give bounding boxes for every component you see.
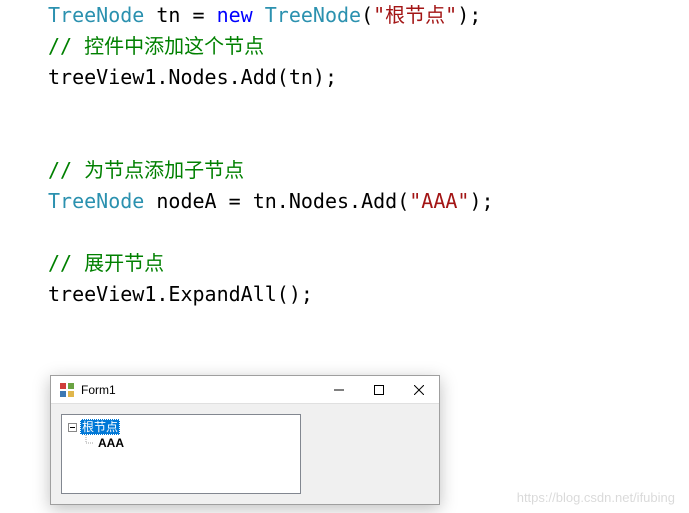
code-type: TreeNode bbox=[48, 189, 144, 213]
window-controls bbox=[319, 376, 439, 404]
code-text: treeView1.Nodes.Add(tn); bbox=[48, 65, 337, 89]
tree-node-child[interactable]: AAA bbox=[64, 435, 298, 451]
tree-node-root[interactable]: 根节点 bbox=[64, 419, 298, 435]
code-comment: // 控件中添加这个节点 bbox=[48, 34, 264, 58]
close-button[interactable] bbox=[399, 376, 439, 404]
maximize-button[interactable] bbox=[359, 376, 399, 404]
code-text: tn = bbox=[144, 3, 216, 27]
minimize-button[interactable] bbox=[319, 376, 359, 404]
code-type: TreeNode bbox=[253, 3, 361, 27]
tree-connector-icon bbox=[82, 435, 94, 451]
code-text: treeView1.ExpandAll(); bbox=[48, 282, 313, 306]
code-text: ); bbox=[469, 189, 493, 213]
code-type: TreeNode bbox=[48, 3, 144, 27]
code-string: "AAA" bbox=[409, 189, 469, 213]
code-keyword: new bbox=[217, 3, 253, 27]
code-string: "根节点" bbox=[373, 3, 457, 27]
code-text: nodeA = tn.Nodes.Add( bbox=[144, 189, 409, 213]
code-editor: TreeNode tn = new TreeNode("根节点"); // 控件… bbox=[0, 0, 689, 310]
app-icon bbox=[59, 382, 75, 398]
collapse-icon[interactable] bbox=[66, 421, 78, 433]
code-comment: // 为节点添加子节点 bbox=[48, 158, 244, 182]
form-window: Form1 根节点 bbox=[50, 375, 440, 505]
tree-node-label[interactable]: 根节点 bbox=[80, 419, 120, 435]
code-text: ); bbox=[457, 3, 481, 27]
window-title: Form1 bbox=[81, 383, 319, 397]
tree-node-label[interactable]: AAA bbox=[96, 435, 126, 451]
titlebar[interactable]: Form1 bbox=[51, 376, 439, 404]
code-text: ( bbox=[361, 3, 373, 27]
watermark: https://blog.csdn.net/ifubing bbox=[517, 490, 675, 505]
treeview[interactable]: 根节点 AAA bbox=[61, 414, 301, 494]
code-comment: // 展开节点 bbox=[48, 251, 164, 275]
form-client-area: 根节点 AAA bbox=[51, 404, 439, 504]
